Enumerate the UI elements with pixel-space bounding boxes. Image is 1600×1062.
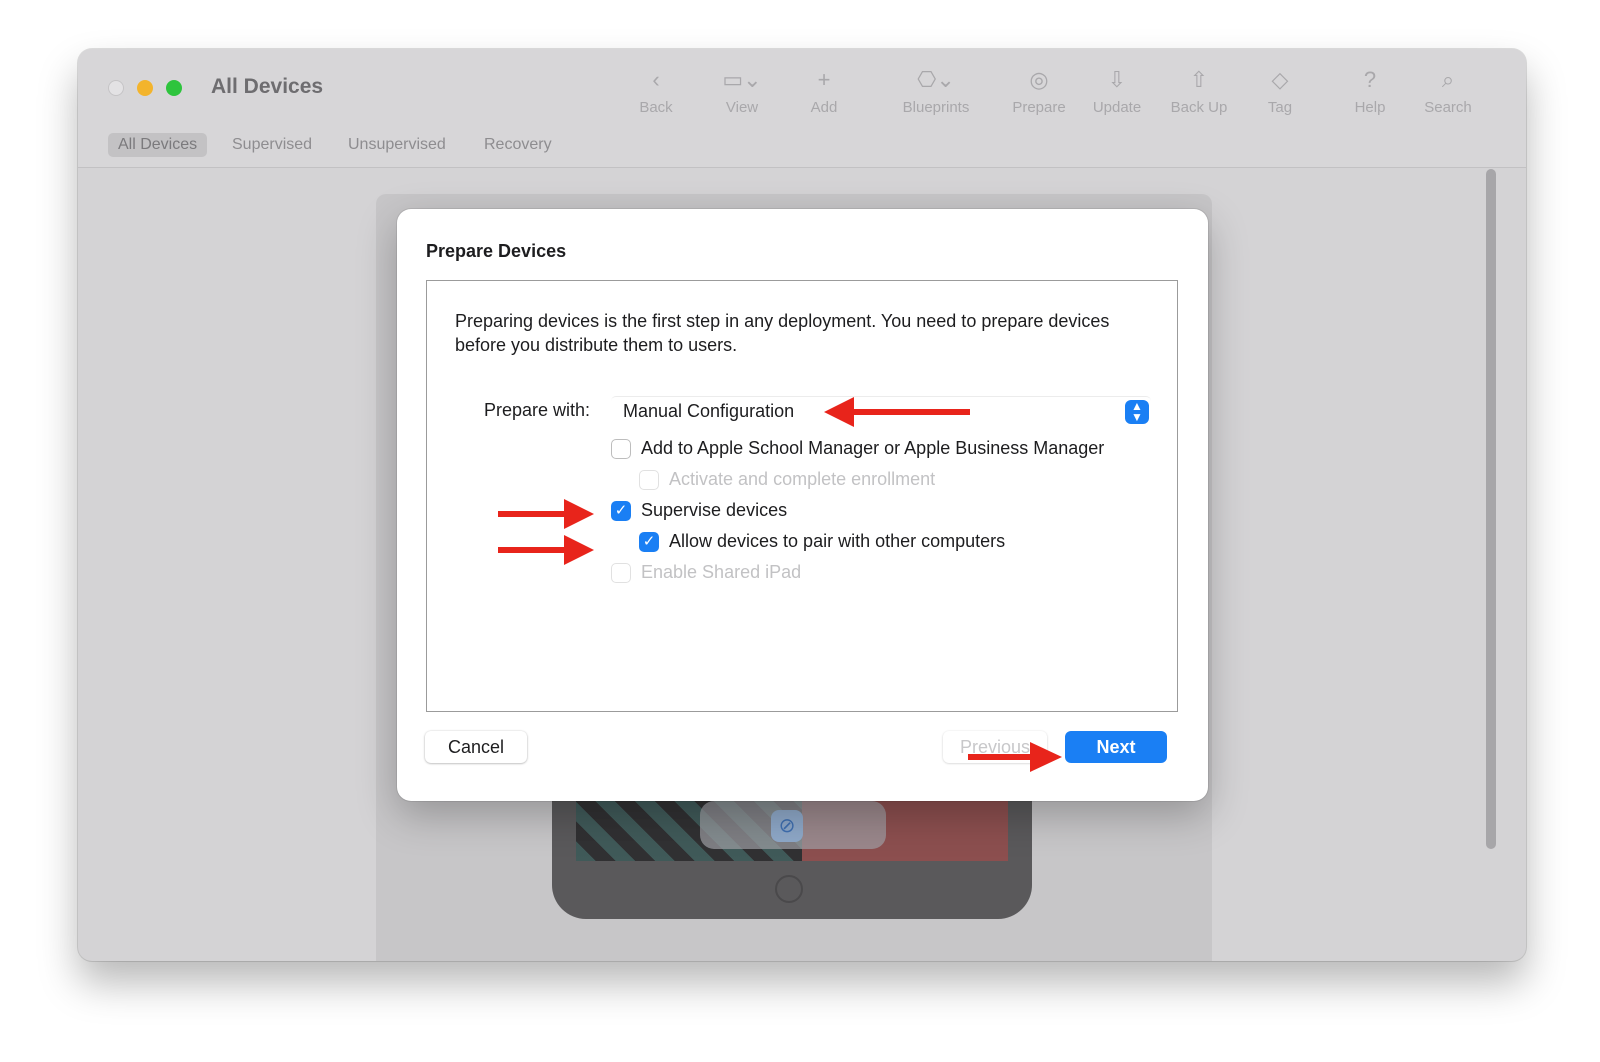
toolbar-blueprints-label: Blueprints: [902, 99, 970, 116]
add-to-asm-abm-checkbox[interactable]: [611, 439, 631, 459]
toolbar-back-button[interactable]: ‹ Back: [634, 65, 678, 116]
toolbar-search-label: Search: [1424, 99, 1472, 116]
ipad-home-button: [775, 875, 803, 903]
arrow-head: [564, 499, 594, 529]
toolbar-help-button[interactable]: ? Help: [1348, 65, 1392, 116]
toolbar-add-label: Add: [810, 99, 838, 116]
toolbar-update-label: Update: [1092, 99, 1142, 116]
toolbar-prepare-button[interactable]: ◎ Prepare: [1006, 65, 1072, 116]
arrow-head: [824, 397, 854, 427]
activate-enrollment-checkbox: [639, 470, 659, 490]
chevron-left-icon: ‹: [652, 67, 660, 92]
cancel-button[interactable]: Cancel: [425, 731, 527, 763]
toolbar-search-button[interactable]: ⌕ Search: [1418, 65, 1478, 116]
backup-icon: ⇧: [1189, 67, 1209, 92]
arrow-head: [564, 535, 594, 565]
arrow-shaft: [968, 754, 1036, 760]
titlebar: All Devices ‹ Back ▭⌄ View + Add ⎔⌄ Blue…: [78, 49, 1526, 168]
prepare-with-value: Manual Configuration: [623, 401, 795, 421]
tab-supervised[interactable]: Supervised: [232, 133, 312, 157]
allow-pairing-label: Allow devices to pair with other compute…: [669, 531, 1006, 551]
close-window-button[interactable]: [108, 80, 124, 96]
dialog-content-box: Preparing devices is the first step in a…: [426, 280, 1178, 712]
prepare-icon: ◎: [1029, 67, 1049, 92]
toolbar-blueprints-button[interactable]: ⎔⌄ Blueprints: [888, 65, 984, 116]
dialog-title: Prepare Devices: [426, 241, 567, 261]
toolbar-view-label: View: [725, 99, 759, 116]
toolbar-backup-label: Back Up: [1170, 99, 1228, 116]
toolbar-help-label: Help: [1354, 99, 1386, 116]
search-icon: ⌕: [1441, 67, 1455, 92]
view-icon: ▭⌄: [722, 67, 762, 92]
activate-enrollment-label: Activate and complete enrollment: [669, 469, 936, 489]
allow-pairing-checkbox[interactable]: ✓: [639, 532, 659, 552]
help-icon: ?: [1363, 67, 1377, 92]
plus-icon: +: [817, 67, 831, 92]
popup-chevrons-icon[interactable]: ▲ ▼: [1125, 400, 1149, 424]
supervise-devices-checkbox[interactable]: ✓: [611, 501, 631, 521]
dialog-intro-text: Preparing devices is the first step in a…: [455, 311, 1110, 355]
update-icon: ⇩: [1107, 67, 1127, 92]
add-to-asm-abm-label: Add to Apple School Manager or Apple Bus…: [641, 438, 1105, 458]
vertical-scrollbar[interactable]: [1486, 169, 1496, 849]
minimize-window-button[interactable]: [137, 80, 153, 96]
toolbar-update-button[interactable]: ⇩ Update: [1086, 65, 1148, 116]
toolbar-add-button[interactable]: + Add: [802, 65, 846, 116]
enable-shared-ipad-label: Enable Shared iPad: [641, 562, 802, 582]
blueprints-icon: ⎔⌄: [917, 67, 955, 92]
tab-unsupervised[interactable]: Unsupervised: [348, 133, 446, 157]
prepare-devices-dialog: Prepare Devices Preparing devices is the…: [397, 209, 1208, 801]
toolbar-tag-button[interactable]: ◇ Tag: [1258, 65, 1302, 116]
safari-icon: ⊘: [771, 810, 803, 842]
toolbar-back-label: Back: [639, 99, 673, 116]
tab-recovery[interactable]: Recovery: [484, 133, 552, 157]
arrow-shaft: [498, 547, 570, 553]
enable-shared-ipad-checkbox: [611, 563, 631, 583]
toolbar-backup-button[interactable]: ⇧ Back Up: [1164, 65, 1234, 116]
window-title: All Devices: [211, 75, 324, 98]
arrow-head: [1030, 742, 1062, 772]
arrow-shaft: [498, 511, 570, 517]
toolbar-prepare-label: Prepare: [1012, 99, 1066, 116]
supervise-devices-label: Supervise devices: [641, 500, 788, 520]
tab-all-devices[interactable]: All Devices: [108, 133, 208, 157]
next-button[interactable]: Next: [1065, 731, 1167, 763]
toolbar-tag-label: Tag: [1267, 99, 1293, 116]
tag-icon: ◇: [1271, 67, 1289, 92]
prepare-with-label: Prepare with:: [484, 400, 591, 420]
toolbar-view-button[interactable]: ▭⌄ View: [714, 65, 770, 116]
arrow-shaft: [848, 409, 970, 415]
zoom-window-button[interactable]: [166, 80, 182, 96]
